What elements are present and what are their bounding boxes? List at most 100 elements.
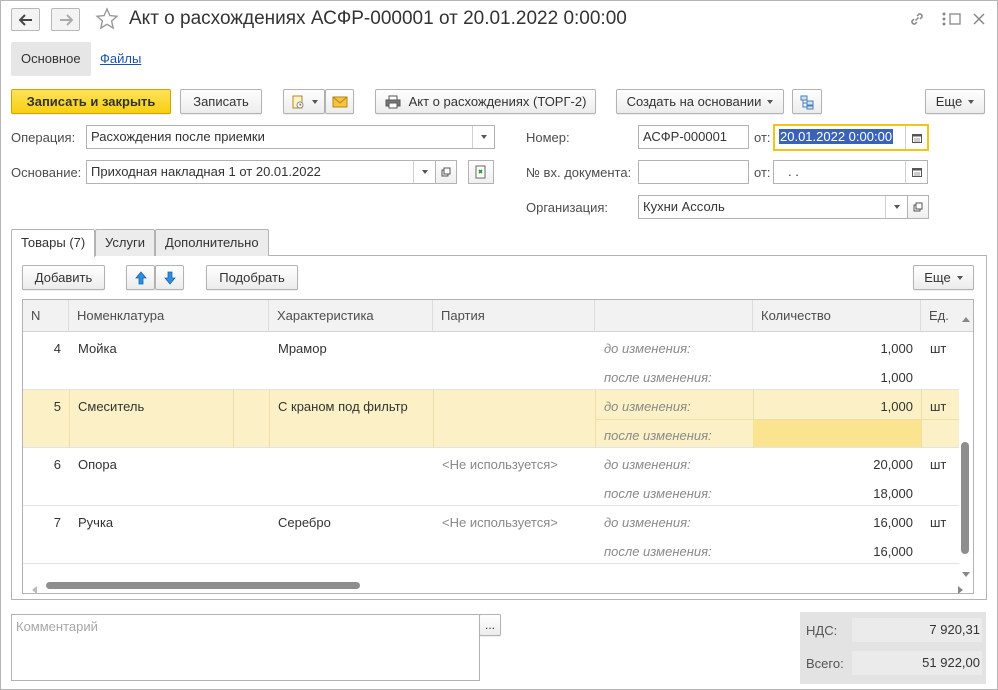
row-number: 5 xyxy=(53,399,61,414)
vertical-scrollbar-thumb[interactable] xyxy=(961,442,969,554)
organization-open-button[interactable] xyxy=(907,195,929,219)
row-characteristic: С краном под фильтр xyxy=(278,399,408,414)
vat-value: 7 920,31 xyxy=(852,618,982,642)
in-doc-calendar-button[interactable] xyxy=(905,161,927,183)
attach-file-button[interactable] xyxy=(283,89,325,114)
organization-field[interactable]: Кухни Ассоль xyxy=(638,195,908,219)
col-nomenclature[interactable]: Номенклатура xyxy=(69,300,269,332)
row-after-label: после изменения: xyxy=(604,486,712,501)
tab-additional[interactable]: Дополнительно xyxy=(155,229,269,256)
back-button[interactable] xyxy=(11,8,40,31)
row-qty-after: 18,000 xyxy=(873,486,913,501)
chevron-down-icon xyxy=(893,205,900,209)
arrow-up-icon xyxy=(134,270,147,284)
close-icon[interactable] xyxy=(970,10,988,28)
favorite-star-icon[interactable] xyxy=(95,7,119,34)
envelope-icon xyxy=(332,96,347,107)
save-button[interactable]: Записать xyxy=(180,89,262,114)
email-button[interactable] xyxy=(325,89,354,114)
more-button[interactable]: Еще xyxy=(925,89,985,114)
basis-label: Основание: xyxy=(11,165,82,180)
fill-by-basis-button[interactable] xyxy=(468,160,494,184)
maximize-icon[interactable] xyxy=(946,10,964,28)
number-value: АСФР-000001 xyxy=(643,129,728,144)
open-window-icon xyxy=(441,167,451,177)
tab-goods[interactable]: Товары (7) xyxy=(11,229,96,257)
scroll-right-icon[interactable] xyxy=(958,582,964,597)
number-field[interactable]: АСФР-000001 xyxy=(638,125,749,149)
print-act-button[interactable]: Акт о расхождениях (ТОРГ-2) xyxy=(375,89,596,114)
scroll-up-icon[interactable] xyxy=(962,310,970,325)
forward-button[interactable] xyxy=(51,8,80,31)
tab-services[interactable]: Услуги xyxy=(95,229,155,256)
cell-divider xyxy=(69,390,70,448)
date-value: 20.01.2022 0:00:00 xyxy=(779,129,894,144)
row-qty-before: 20,000 xyxy=(873,457,913,472)
operation-field[interactable]: Расхождения после приемки xyxy=(86,125,495,149)
totals-panel: НДС: 7 920,31 Всего: 51 922,00 xyxy=(800,612,986,684)
comment-expand-button[interactable]: ... xyxy=(479,614,501,636)
col-characteristic[interactable]: Характеристика xyxy=(269,300,433,332)
create-based-on-button[interactable]: Создать на основании xyxy=(616,89,784,114)
section-main[interactable]: Основное xyxy=(11,42,91,76)
basis-value: Приходная накладная 1 от 20.01.2022 xyxy=(91,164,321,179)
move-up-button[interactable] xyxy=(126,265,155,290)
more-label: Еще xyxy=(935,94,963,109)
table-row-selected[interactable]: 5 Смеситель С краном под фильтр до измен… xyxy=(23,390,959,448)
table-header: N Номенклатура Характеристика Партия Кол… xyxy=(23,300,973,332)
add-row-button[interactable]: Добавить xyxy=(22,265,105,290)
row-before-label: до изменения: xyxy=(604,457,691,472)
hierarchy-icon xyxy=(800,95,814,109)
col-n[interactable]: N xyxy=(23,300,69,332)
chevron-down-icon xyxy=(968,99,975,104)
table-more-button[interactable]: Еще xyxy=(913,265,974,290)
row-batch: <Не используется> xyxy=(442,457,558,472)
row-item: Смеситель xyxy=(78,399,145,414)
col-batch[interactable]: Партия xyxy=(433,300,595,332)
print-act-label: Акт о расхождениях (ТОРГ-2) xyxy=(408,94,587,109)
table-row[interactable]: 7 Ручка Серебро <Не используется> до изм… xyxy=(23,506,959,564)
row-unit: шт xyxy=(930,399,947,414)
row-characteristic: Серебро xyxy=(278,515,331,530)
horizontal-scrollbar-thumb[interactable] xyxy=(46,582,360,589)
in-doc-number-field[interactable] xyxy=(638,160,749,184)
row-unit: шт xyxy=(930,515,947,530)
table-row[interactable]: 6 Опора <Не используется> до изменения: … xyxy=(23,448,959,506)
arrow-right-icon xyxy=(59,13,73,26)
qty-after-edit-cell[interactable] xyxy=(753,420,921,447)
organization-label: Организация: xyxy=(526,200,609,215)
col-quantity[interactable]: Количество xyxy=(753,300,921,332)
comment-field[interactable]: Комментарий xyxy=(11,614,480,681)
save-and-close-button[interactable]: Записать и закрыть xyxy=(11,89,171,114)
operation-dropdown-button[interactable] xyxy=(472,126,494,148)
row-batch: <Не используется> xyxy=(442,515,558,530)
window-title: Акт о расхождениях АСФР-000001 от 20.01.… xyxy=(129,8,627,29)
move-down-button[interactable] xyxy=(155,265,184,290)
in-doc-date-field[interactable]: . . xyxy=(773,160,928,184)
date-field[interactable]: 20.01.2022 0:00:00 xyxy=(773,124,929,151)
cell-divider xyxy=(233,390,234,448)
basis-open-button[interactable] xyxy=(435,160,457,184)
pick-items-button[interactable]: Подобрать xyxy=(206,265,298,290)
row-qty-before: 1,000 xyxy=(880,399,913,414)
scroll-left-icon[interactable] xyxy=(31,582,37,597)
row-after-label: после изменения: xyxy=(604,370,712,385)
table-row[interactable]: 4 Мойка Мрамор до изменения: после измен… xyxy=(23,332,959,390)
row-qty-after: 1,000 xyxy=(880,370,913,385)
link-icon[interactable] xyxy=(908,10,926,28)
structure-button[interactable] xyxy=(792,89,822,114)
organization-dropdown-button[interactable] xyxy=(885,196,907,218)
total-label: Всего: xyxy=(806,656,844,671)
number-label: Номер: xyxy=(526,130,570,145)
row-qty-after: 16,000 xyxy=(873,544,913,559)
col-state[interactable] xyxy=(595,300,753,332)
section-files[interactable]: Файлы xyxy=(90,42,151,76)
basis-dropdown-button[interactable] xyxy=(413,161,435,183)
table-more-label: Еще xyxy=(924,270,951,285)
row-before-label: до изменения: xyxy=(604,399,691,414)
row-before-label: до изменения: xyxy=(604,515,691,530)
scroll-down-icon[interactable] xyxy=(962,566,970,581)
in-doc-label: № вх. документа: xyxy=(526,165,632,180)
date-calendar-button[interactable] xyxy=(905,126,927,149)
basis-field[interactable]: Приходная накладная 1 от 20.01.2022 xyxy=(86,160,436,184)
